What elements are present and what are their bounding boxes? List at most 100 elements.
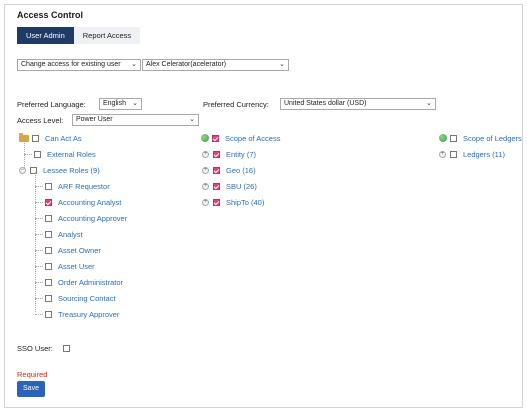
access-level-value: Power User bbox=[76, 116, 113, 123]
role-label[interactable]: Treasury Approver bbox=[58, 310, 119, 319]
tree-node-scope-of-ledgers: Scope of Ledgers bbox=[439, 132, 522, 144]
chevron-down-icon: ⌄ bbox=[131, 61, 137, 68]
scope-item: + Entity (7) bbox=[202, 148, 256, 160]
scope-of-access-label[interactable]: Scope of Access bbox=[225, 134, 280, 143]
tree-connector bbox=[35, 313, 43, 315]
chevron-down-icon: ⌄ bbox=[426, 100, 432, 107]
role-checkbox[interactable] bbox=[45, 294, 52, 302]
ledger-item: + Ledgers (11) bbox=[439, 148, 505, 160]
scope-label[interactable]: SBU (26) bbox=[226, 182, 257, 191]
chevron-down-icon: ⌄ bbox=[279, 61, 285, 68]
expand-icon[interactable]: + bbox=[202, 198, 209, 206]
globe-icon bbox=[439, 134, 447, 142]
role-checkbox-checked[interactable] bbox=[45, 198, 52, 206]
access-level-select[interactable]: Power User ⌄ bbox=[72, 114, 199, 126]
tree-connector bbox=[35, 249, 43, 251]
tree-node-scope-of-access: Scope of Access bbox=[201, 132, 280, 144]
chevron-down-icon: ⌄ bbox=[132, 100, 138, 107]
tree-node-lessee-roles: − Lessee Roles (9) bbox=[19, 164, 100, 176]
role-checkbox[interactable] bbox=[45, 278, 52, 286]
external-roles-label[interactable]: External Roles bbox=[47, 150, 96, 159]
required-text: Required bbox=[17, 370, 48, 379]
role-item: Treasury Approver bbox=[35, 308, 119, 320]
scope-item: + Geo (16) bbox=[202, 164, 256, 176]
tree-connector bbox=[35, 172, 36, 312]
user-select[interactable]: Alex Celerator(acelerator) ⌄ bbox=[142, 59, 289, 71]
save-button[interactable]: Save bbox=[17, 381, 45, 397]
role-label[interactable]: Asset Owner bbox=[58, 246, 101, 255]
expand-icon[interactable]: + bbox=[202, 150, 209, 158]
expand-icon[interactable]: + bbox=[202, 166, 209, 174]
tree-connector bbox=[35, 265, 43, 267]
scope-of-ledgers-label[interactable]: Scope of Ledgers bbox=[463, 134, 522, 143]
ledgers-label[interactable]: Ledgers (11) bbox=[463, 150, 505, 159]
role-label[interactable]: Accounting Analyst bbox=[58, 198, 121, 207]
scope-of-access-checkbox[interactable] bbox=[212, 134, 219, 142]
scope-checkbox-checked[interactable] bbox=[213, 182, 220, 190]
tree-node-can-act-as: Can Act As bbox=[19, 132, 82, 144]
scope-label[interactable]: Geo (16) bbox=[226, 166, 256, 175]
external-roles-checkbox[interactable] bbox=[34, 150, 41, 158]
sso-user-checkbox[interactable] bbox=[62, 344, 70, 352]
role-label[interactable]: Asset User bbox=[58, 262, 95, 271]
role-checkbox[interactable] bbox=[45, 310, 52, 318]
role-label[interactable]: Order Administrator bbox=[58, 278, 123, 287]
access-level-label: Access Level: bbox=[17, 116, 64, 125]
preferred-language-select[interactable]: English ⌄ bbox=[99, 98, 142, 110]
preferred-language-label: Preferred Language: bbox=[17, 100, 86, 109]
role-item: Order Administrator bbox=[35, 276, 123, 288]
lessee-roles-label[interactable]: Lessee Roles (9) bbox=[43, 166, 100, 175]
scope-item: + ShipTo (40) bbox=[202, 196, 264, 208]
tab-user-admin[interactable]: User Admin bbox=[17, 27, 74, 44]
tree-connector bbox=[35, 297, 43, 299]
role-item: Sourcing Contact bbox=[35, 292, 116, 304]
expand-icon[interactable]: + bbox=[439, 150, 446, 158]
role-item: Accounting Analyst bbox=[35, 196, 121, 208]
tree-node-external-roles: External Roles bbox=[24, 148, 96, 160]
preferred-currency-value: United States dollar (USD) bbox=[284, 100, 367, 107]
can-act-as-checkbox[interactable] bbox=[32, 134, 39, 142]
page-title: Access Control bbox=[17, 10, 84, 20]
role-label[interactable]: ARF Requestor bbox=[58, 182, 110, 191]
tree-connector bbox=[35, 185, 43, 187]
expand-icon[interactable]: + bbox=[202, 182, 209, 190]
role-item: Asset User bbox=[35, 260, 95, 272]
sso-user-label: SSO User: bbox=[17, 343, 53, 353]
tree-connector bbox=[35, 201, 43, 203]
role-item: Asset Owner bbox=[35, 244, 101, 256]
scope-item: + SBU (26) bbox=[202, 180, 257, 192]
preferred-currency-select[interactable]: United States dollar (USD) ⌄ bbox=[280, 98, 436, 110]
role-checkbox[interactable] bbox=[45, 182, 52, 190]
tree-connector bbox=[35, 281, 43, 283]
tree-connector bbox=[35, 217, 43, 219]
role-checkbox[interactable] bbox=[45, 246, 52, 254]
tree-connector bbox=[35, 233, 43, 235]
role-item: Accounting Approver bbox=[35, 212, 127, 224]
ledgers-checkbox[interactable] bbox=[450, 150, 457, 158]
role-label[interactable]: Accounting Approver bbox=[58, 214, 127, 223]
role-checkbox[interactable] bbox=[45, 230, 52, 238]
scope-checkbox-checked[interactable] bbox=[213, 150, 220, 158]
tree-connector bbox=[24, 153, 32, 155]
tab-bar: User Admin Report Access bbox=[17, 27, 141, 44]
role-checkbox[interactable] bbox=[45, 214, 52, 222]
role-label[interactable]: Analyst bbox=[58, 230, 83, 239]
role-label[interactable]: Sourcing Contact bbox=[58, 294, 116, 303]
scope-label[interactable]: ShipTo (40) bbox=[226, 198, 264, 207]
collapse-icon[interactable]: − bbox=[19, 166, 26, 174]
role-item: ARF Requestor bbox=[35, 180, 110, 192]
role-checkbox[interactable] bbox=[45, 262, 52, 270]
scope-label[interactable]: Entity (7) bbox=[226, 150, 256, 159]
scope-of-ledgers-checkbox[interactable] bbox=[450, 134, 457, 142]
preferred-language-value: English bbox=[103, 100, 126, 107]
role-item: Analyst bbox=[35, 228, 83, 240]
sso-user-row: SSO User: bbox=[17, 342, 76, 354]
globe-icon bbox=[201, 134, 209, 142]
chevron-down-icon: ⌄ bbox=[189, 116, 195, 123]
access-mode-value: Change access for existing user bbox=[21, 61, 121, 68]
can-act-as-label[interactable]: Can Act As bbox=[45, 134, 82, 143]
tab-report-access[interactable]: Report Access bbox=[73, 27, 141, 44]
scope-checkbox-checked[interactable] bbox=[213, 166, 220, 174]
access-mode-select[interactable]: Change access for existing user ⌄ bbox=[17, 59, 141, 71]
scope-checkbox-checked[interactable] bbox=[213, 198, 220, 206]
